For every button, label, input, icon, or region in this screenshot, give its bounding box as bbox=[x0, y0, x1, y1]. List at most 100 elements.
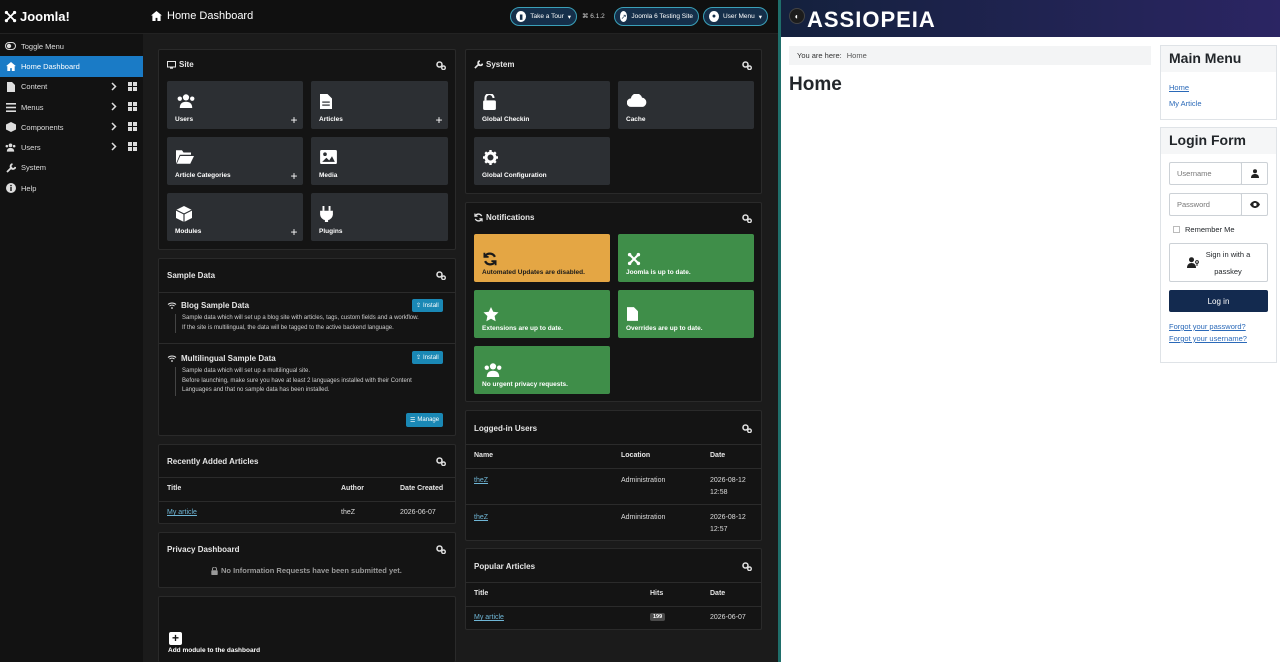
user-location: Administration bbox=[621, 477, 666, 484]
site-preview: ◐ ASSIOPEIA You are here: Home Home Main… bbox=[781, 0, 1280, 662]
notification-joomla-up-to-date[interactable]: Joomla is up to date. bbox=[618, 234, 754, 282]
user-menu-button[interactable]: ● User Menu ▾ bbox=[703, 7, 768, 26]
add-module-card[interactable]: + Add module to the dashboard bbox=[158, 596, 456, 662]
tile-global-configuration[interactable]: Global Configuration bbox=[474, 137, 610, 185]
login-button[interactable]: Log in bbox=[1169, 290, 1268, 312]
divider bbox=[466, 444, 761, 445]
accessibility-icon[interactable]: ◐ bbox=[789, 8, 805, 24]
sidebar-item-menus[interactable]: Menus bbox=[0, 97, 143, 117]
toggle-icon bbox=[5, 41, 16, 52]
dashboard-grid-icon[interactable] bbox=[128, 101, 137, 111]
card-title: Recently Added Articles bbox=[167, 457, 259, 466]
sidebar-item-toggle-menu[interactable]: Toggle Menu bbox=[0, 36, 143, 56]
column-header-date: Date bbox=[710, 590, 726, 597]
plug-icon bbox=[320, 206, 333, 222]
chevron-right-icon[interactable] bbox=[111, 102, 117, 111]
add-module-label: Add module to the dashboard bbox=[168, 647, 261, 654]
joomla-logo[interactable]: Joomla! bbox=[4, 9, 70, 24]
divider bbox=[159, 292, 455, 293]
list-icon: ☰ bbox=[410, 417, 416, 424]
user-link[interactable]: theZ bbox=[474, 477, 488, 484]
user-link[interactable]: theZ bbox=[474, 514, 488, 521]
multilingual-install-button[interactable]: ⇪ Install bbox=[412, 351, 443, 364]
tile-plugins[interactable]: Plugins bbox=[311, 193, 448, 241]
cogs-icon[interactable] bbox=[742, 214, 752, 223]
menu-link-home[interactable]: Home bbox=[1169, 83, 1189, 92]
notification-extensions[interactable]: Extensions are up to date. bbox=[474, 290, 610, 338]
username-input[interactable]: Username bbox=[1169, 162, 1242, 185]
tile-cache[interactable]: Cache bbox=[618, 81, 754, 129]
menu-link-my-article[interactable]: My Article bbox=[1169, 99, 1202, 108]
notification-overrides[interactable]: Overrides are up to date. bbox=[618, 290, 754, 338]
plus-icon[interactable]: + bbox=[288, 114, 300, 126]
notification-automated-updates[interactable]: Automated Updates are disabled. bbox=[474, 234, 610, 282]
eye-icon[interactable] bbox=[1241, 193, 1268, 216]
dashboard-grid-icon[interactable] bbox=[128, 81, 137, 91]
breadcrumb-home[interactable]: Home bbox=[847, 51, 867, 60]
tile-users[interactable]: Users + bbox=[167, 81, 303, 129]
remember-me-checkbox[interactable] bbox=[1173, 226, 1180, 233]
take-tour-button[interactable]: ▮ Take a Tour ▾ bbox=[510, 7, 577, 26]
chevron-right-icon[interactable] bbox=[111, 142, 117, 152]
image-icon bbox=[320, 150, 337, 164]
notification-privacy[interactable]: No urgent privacy requests. bbox=[474, 346, 610, 394]
sidebar-item-components[interactable]: Components bbox=[0, 117, 143, 137]
chevron-right-icon[interactable] bbox=[111, 122, 117, 131]
cogs-icon[interactable] bbox=[436, 61, 446, 70]
article-link[interactable]: My article bbox=[474, 614, 504, 621]
user-time: 12:58 bbox=[710, 489, 728, 496]
site-card: Site Users + Articles + Article Categori… bbox=[158, 49, 456, 250]
article-date: 2026-06-07 bbox=[710, 614, 746, 621]
tile-label: Global Checkin bbox=[482, 116, 530, 123]
dashboard-grid-icon[interactable] bbox=[128, 142, 137, 152]
tile-label: Automated Updates are disabled. bbox=[482, 269, 585, 276]
multilingual-sample-title-text: Multilingual Sample Data bbox=[181, 354, 276, 363]
divider bbox=[159, 343, 455, 344]
tile-article-categories[interactable]: Article Categories + bbox=[167, 137, 303, 185]
article-link[interactable]: My article bbox=[167, 509, 197, 516]
sidebar-item-help[interactable]: Help bbox=[0, 178, 143, 198]
sidebar-item-content[interactable]: Content bbox=[0, 77, 143, 97]
tile-label: Joomla is up to date. bbox=[626, 269, 691, 276]
sidebar-item-system[interactable]: System bbox=[0, 158, 143, 178]
sidebar-item-users[interactable]: Users bbox=[0, 137, 143, 157]
password-input[interactable]: Password bbox=[1169, 193, 1242, 216]
passkey-button[interactable]: Sign in with a passkey bbox=[1169, 243, 1268, 282]
site-link-button[interactable]: ↗ Joomla 6 Testing Site bbox=[614, 7, 699, 26]
site-brand[interactable]: ASSIOPEIA bbox=[807, 7, 936, 33]
breadcrumb: You are here: Home bbox=[789, 46, 1151, 65]
recent-articles-card: Recently Added Articles Title Author Dat… bbox=[158, 444, 456, 524]
sample-data-card: Sample Data Blog Sample Data ⇪ Install Sa… bbox=[158, 258, 456, 436]
card-title: Privacy Dashboard bbox=[167, 545, 240, 554]
tile-articles[interactable]: Articles + bbox=[311, 81, 448, 129]
forgot-password-link[interactable]: Forgot your password? bbox=[1169, 322, 1246, 331]
tile-global-checkin[interactable]: Global Checkin bbox=[474, 81, 610, 129]
manage-button[interactable]: ☰ Manage bbox=[406, 413, 444, 427]
tile-label: Article Categories bbox=[175, 172, 231, 179]
divider bbox=[466, 606, 761, 607]
plus-icon[interactable]: + bbox=[433, 114, 445, 126]
plus-icon[interactable]: + bbox=[288, 170, 300, 182]
dashboard-grid-icon[interactable] bbox=[128, 122, 137, 132]
article-date: 2026-06-07 bbox=[400, 509, 436, 516]
tile-modules[interactable]: Modules + bbox=[167, 193, 303, 241]
cogs-icon[interactable] bbox=[742, 562, 752, 571]
sidebar-item-label: Toggle Menu bbox=[21, 41, 64, 51]
upload-icon: ⇪ bbox=[416, 303, 422, 309]
sidebar-item-home-dashboard[interactable]: Home Dashboard bbox=[0, 56, 143, 77]
forgot-username-link[interactable]: Forgot your username? bbox=[1169, 334, 1247, 343]
cogs-icon[interactable] bbox=[742, 61, 752, 70]
card-title: Logged-in Users bbox=[474, 424, 538, 433]
cogs-icon[interactable] bbox=[436, 457, 446, 466]
blog-install-button[interactable]: ⇪ Install bbox=[412, 299, 443, 312]
tile-media[interactable]: Media bbox=[311, 137, 448, 185]
cogs-icon[interactable] bbox=[742, 424, 752, 433]
plus-icon[interactable]: + bbox=[288, 226, 300, 238]
tile-label: Cache bbox=[626, 116, 646, 123]
chevron-right-icon[interactable] bbox=[111, 82, 117, 91]
description-line: Sample data which will set up a multilin… bbox=[182, 368, 311, 374]
upload-icon: ⇪ bbox=[416, 355, 422, 361]
cogs-icon[interactable] bbox=[436, 545, 446, 554]
cogs-icon[interactable] bbox=[436, 271, 446, 280]
sidebar-item-label: Help bbox=[21, 183, 37, 193]
